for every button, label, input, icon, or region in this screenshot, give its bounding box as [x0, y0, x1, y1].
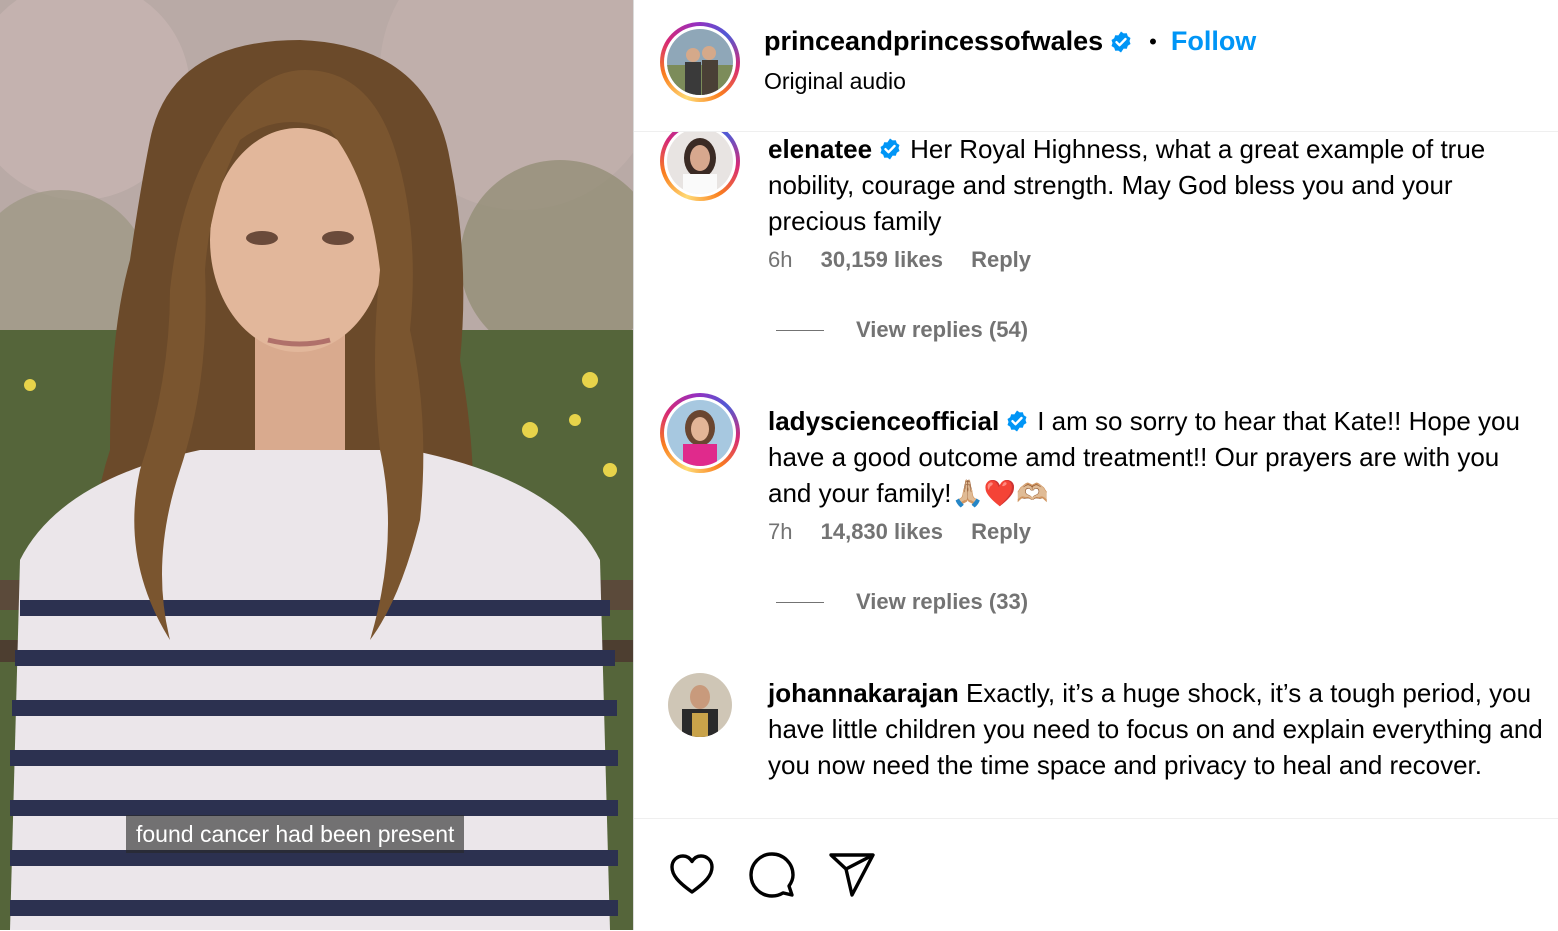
comment-body: elenatee Her Royal Highness, what a great…: [768, 131, 1548, 239]
comment-time: 7h: [768, 519, 793, 544]
view-replies-line: [776, 601, 824, 603]
video-subtitle: found cancer had been present: [126, 815, 465, 853]
comment-likes[interactable]: 14,830 likes: [821, 519, 943, 544]
comments-list[interactable]: elenatee Her Royal Highness, what a great…: [634, 131, 1558, 818]
heart-icon[interactable]: [668, 851, 716, 899]
comment-body: johannakarajan Exactly, it’s a huge shoc…: [768, 675, 1548, 783]
header-user-row: princeandprincessofwales • Follow: [764, 26, 1256, 57]
commenter-avatar[interactable]: [660, 131, 740, 201]
verified-badge-icon: [1007, 410, 1027, 432]
comment-time: 6h: [768, 247, 793, 272]
video-frame: [0, 0, 633, 930]
verified-badge-icon: [1111, 31, 1131, 52]
view-replies-line: [776, 329, 824, 331]
commenter-username[interactable]: ladyscienceofficial: [768, 406, 999, 436]
view-replies-label: View replies (54): [856, 317, 1029, 342]
author-username[interactable]: princeandprincessofwales: [764, 26, 1103, 57]
reply-button[interactable]: Reply: [971, 247, 1031, 272]
commenter-avatar-image: [668, 673, 732, 737]
view-replies-button[interactable]: View replies (33): [776, 589, 1028, 615]
commenter-avatar[interactable]: [668, 673, 732, 737]
header-separator: •: [1149, 28, 1157, 54]
view-replies-label: View replies (33): [856, 589, 1029, 614]
follow-button[interactable]: Follow: [1171, 26, 1256, 57]
commenter-avatar-image: [667, 400, 733, 466]
comment-body: ladyscienceofficial I am so sorry to hear…: [768, 403, 1548, 511]
view-replies-button[interactable]: View replies (54): [776, 317, 1028, 343]
author-avatar[interactable]: [660, 22, 740, 102]
comment-meta: 7h 14,830 likes Reply: [768, 519, 1053, 545]
author-avatar-image: [667, 29, 733, 95]
audio-label[interactable]: Original audio: [764, 68, 906, 95]
comment-meta: 6h 30,159 likes Reply: [768, 247, 1053, 273]
post-header: princeandprincessofwales • Follow Origin…: [634, 0, 1558, 132]
share-icon[interactable]: [828, 851, 876, 899]
commenter-username[interactable]: elenatee: [768, 134, 872, 164]
reply-button[interactable]: Reply: [971, 519, 1031, 544]
comment-icon[interactable]: [748, 851, 796, 899]
action-bar: [634, 818, 1558, 931]
commenter-username[interactable]: johannakarajan: [768, 678, 959, 708]
comment-likes[interactable]: 30,159 likes: [821, 247, 943, 272]
comment-text: Her Royal Highness, what a great example…: [768, 134, 1486, 236]
commenter-avatar[interactable]: [660, 393, 740, 473]
video-player[interactable]: found cancer had been present: [0, 0, 633, 930]
commenter-avatar-image: [667, 131, 733, 194]
verified-badge-icon: [880, 138, 900, 160]
